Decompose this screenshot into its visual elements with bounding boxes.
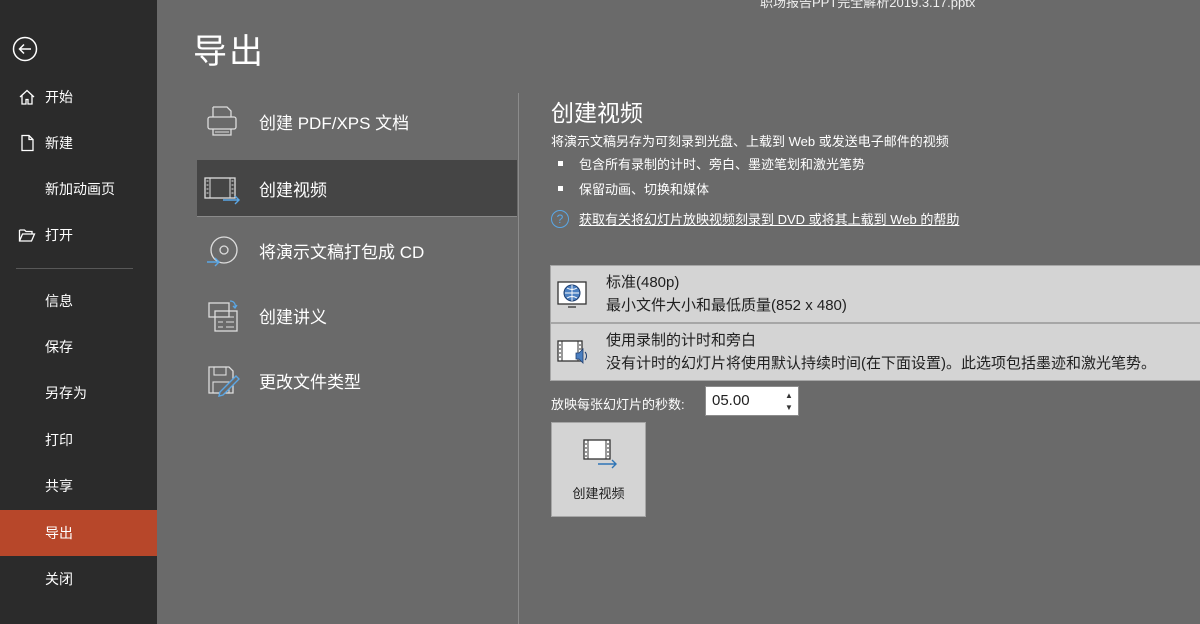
sidebar-item-home[interactable]: 开始 (0, 74, 157, 120)
option-create-pdf-xps[interactable]: 创建 PDF/XPS 文档 (197, 93, 517, 149)
video-narration-icon (556, 336, 588, 368)
sidebar-item-label: 新加动画页 (45, 181, 115, 197)
detail-bullet: 包含所有录制的计时、旁白、墨迹笔划和激光笔势 (558, 154, 865, 173)
option-package-cd[interactable]: 将演示文稿打包成 CD (197, 222, 517, 278)
sidebar-item-label: 新建 (45, 135, 73, 151)
sidebar-item-label: 打开 (45, 227, 73, 243)
window-filename: 职场报告PPT完全解析2019.3.17.pptx (760, 0, 976, 10)
option-label: 创建视频 (259, 180, 327, 200)
option-label: 创建 PDF/XPS 文档 (259, 113, 410, 133)
sidebar-item-label: 保存 (45, 339, 73, 355)
sidebar-item-label: 关闭 (45, 571, 73, 587)
option-change-file-type[interactable]: 更改文件类型 (197, 352, 517, 408)
help-link[interactable]: 获取有关将幻灯片放映视频刻录到 DVD 或将其上载到 Web 的帮助 (579, 209, 959, 228)
home-icon (18, 88, 36, 106)
sidebar-item-label: 共享 (45, 478, 73, 494)
seconds-per-slide-input[interactable] (712, 392, 776, 409)
cd-icon (203, 231, 241, 269)
option-label: 将演示文稿打包成 CD (259, 242, 425, 262)
detail-bullet: 保留动画、切换和媒体 (558, 179, 709, 198)
option-label: 创建讲义 (259, 307, 327, 327)
page-title: 导出 (193, 33, 265, 71)
pdf-document-icon (203, 102, 241, 140)
sidebar-item-save[interactable]: 保存 (0, 324, 157, 370)
sidebar-item-share[interactable]: 共享 (0, 463, 157, 509)
spin-down-icon[interactable]: ▼ (784, 402, 794, 412)
sidebar-item-new[interactable]: 新建 (0, 120, 157, 166)
create-video-button-label: 创建视频 (572, 486, 625, 501)
sidebar-item-info[interactable]: 信息 (0, 278, 157, 324)
option-create-video[interactable]: 创建视频 (197, 160, 517, 217)
new-document-icon (18, 134, 36, 152)
sidebar-item-label: 导出 (45, 525, 73, 541)
seconds-per-slide-label: 放映每张幻灯片的秒数: (551, 397, 685, 412)
video-icon (203, 169, 241, 207)
sidebar-item-label: 另存为 (45, 385, 87, 401)
option-create-handouts[interactable]: 创建讲义 (197, 287, 517, 343)
sidebar-item-save-as[interactable]: 另存为 (0, 370, 157, 416)
back-arrow-icon[interactable] (12, 36, 38, 62)
sidebar-item-label: 打印 (45, 432, 73, 448)
backstage-sidebar: 开始 新建 新加动画页 打开 信息 保存 另存为 打印 共享 导出 关闭 (0, 0, 157, 624)
sidebar-item-print[interactable]: 打印 (0, 417, 157, 463)
video-quality-dropdown[interactable]: 标准(480p) 最小文件大小和最低质量(852 x 480) (550, 265, 1200, 323)
sidebar-item-open[interactable]: 打开 (0, 212, 157, 258)
timing-title: 使用录制的计时和旁白 (606, 332, 757, 349)
bullet-text: 包含所有录制的计时、旁白、墨迹笔划和激光笔势 (579, 157, 866, 172)
detail-description: 将演示文稿另存为可刻录到光盘、上载到 Web 或发送电子邮件的视频 (551, 134, 949, 149)
create-video-button[interactable]: 创建视频 (551, 422, 646, 517)
help-row: ? 获取有关将幻灯片放映视频刻录到 DVD 或将其上载到 Web 的帮助 (551, 209, 959, 228)
sidebar-item-export[interactable]: 导出 (0, 510, 157, 556)
seconds-per-slide-spinner[interactable]: ▲ ▼ (705, 386, 799, 416)
sidebar-item-close[interactable]: 关闭 (0, 556, 157, 602)
help-icon: ? (551, 209, 569, 228)
detail-title: 创建视频 (551, 100, 643, 126)
pane-separator (518, 93, 519, 624)
option-label: 更改文件类型 (259, 372, 361, 392)
quality-title: 标准(480p) (606, 274, 680, 291)
folder-open-icon (18, 226, 36, 244)
change-file-type-icon (203, 361, 241, 399)
bullet-text: 保留动画、切换和媒体 (579, 182, 710, 197)
sidebar-item-new-animation-page[interactable]: 新加动画页 (0, 166, 157, 212)
sidebar-item-label: 信息 (45, 293, 73, 309)
handout-icon (203, 296, 241, 334)
video-icon (582, 437, 618, 471)
timing-subtitle: 没有计时的幻灯片将使用默认持续时间(在下面设置)。此选项包括墨迹和激光笔势。 (606, 355, 1156, 372)
timing-narration-dropdown[interactable]: 使用录制的计时和旁白 没有计时的幻灯片将使用默认持续时间(在下面设置)。此选项包… (550, 323, 1200, 381)
spin-up-icon[interactable]: ▲ (784, 390, 794, 400)
sidebar-divider (16, 268, 133, 269)
display-quality-icon (556, 278, 588, 310)
sidebar-item-label: 开始 (45, 89, 73, 105)
quality-subtitle: 最小文件大小和最低质量(852 x 480) (606, 297, 847, 314)
